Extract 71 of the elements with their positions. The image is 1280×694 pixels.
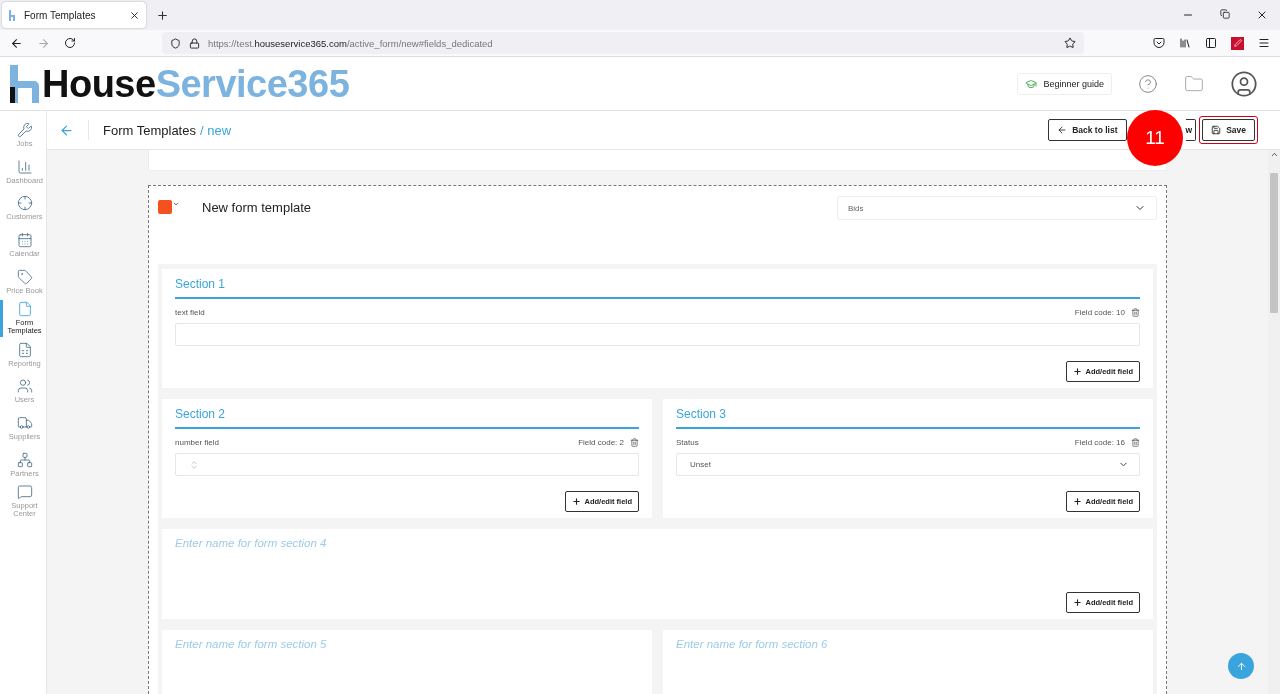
star-icon[interactable] xyxy=(1064,37,1076,49)
trash-icon[interactable] xyxy=(1131,438,1140,447)
select-field[interactable]: Unset xyxy=(676,453,1140,476)
section-title[interactable]: Section 1 xyxy=(175,277,1140,299)
pocket-icon[interactable] xyxy=(1153,37,1165,49)
crosshair-icon xyxy=(16,195,33,212)
logo-icon xyxy=(8,9,18,21)
close-icon[interactable] xyxy=(1256,9,1268,21)
trash-icon[interactable] xyxy=(630,438,639,447)
truck-icon xyxy=(16,414,33,431)
browser-tab[interactable]: Form Templates xyxy=(2,2,146,28)
field-code: Field code: 2 xyxy=(578,438,624,447)
spreadsheet-icon xyxy=(16,341,33,358)
plus-icon[interactable] xyxy=(156,8,169,22)
shield-icon xyxy=(170,37,181,49)
save-button[interactable]: Save xyxy=(1202,119,1255,141)
user-avatar-icon[interactable] xyxy=(1230,69,1258,98)
wrench-icon xyxy=(16,122,33,139)
network-icon xyxy=(16,451,33,468)
input-field[interactable] xyxy=(175,323,1140,346)
sidebar-icon[interactable] xyxy=(1205,37,1217,49)
section-title[interactable]: Section 3 xyxy=(676,407,1140,429)
help-chat-icon xyxy=(16,484,33,500)
back-to-list-button[interactable]: Back to list xyxy=(1048,119,1127,141)
logo-wordmark: HouseService365 xyxy=(42,64,350,103)
field-label: text field xyxy=(175,308,206,317)
scrollbar-thumb[interactable] xyxy=(1270,173,1278,313)
section-name-field[interactable]: Enter name for form section 5 xyxy=(175,638,639,650)
select-value: Unset xyxy=(690,460,711,469)
caret-icon[interactable] xyxy=(172,200,180,208)
pen-icon[interactable] xyxy=(1231,36,1244,50)
menu-icon[interactable] xyxy=(1258,37,1270,49)
beginner-guide-button[interactable]: Beginner guide xyxy=(1017,72,1112,95)
arrow-up-icon xyxy=(1235,660,1247,672)
trash-icon[interactable] xyxy=(1131,308,1140,317)
category-select[interactable]: Bids xyxy=(837,196,1157,220)
logo-icon xyxy=(8,64,40,103)
arrow-left-icon xyxy=(1057,125,1068,135)
section-name-field[interactable]: Enter name for form section 4 xyxy=(175,537,1140,549)
page-title: Form Templates xyxy=(103,122,196,138)
graduation-cap-icon xyxy=(1025,77,1038,90)
close-icon[interactable] xyxy=(129,9,140,21)
input-field[interactable] xyxy=(175,453,639,476)
section-name-field[interactable]: Enter name for form section 6 xyxy=(676,638,1140,650)
plus-icon xyxy=(1072,497,1082,506)
library-icon[interactable] xyxy=(1179,37,1191,49)
plus-icon xyxy=(1072,367,1082,376)
back-icon[interactable] xyxy=(10,36,23,50)
restore-icon[interactable] xyxy=(1220,9,1230,19)
calendar-icon xyxy=(16,231,33,248)
form-title[interactable]: New form template xyxy=(202,200,312,215)
toolbar-button[interactable]: w xyxy=(1185,119,1197,141)
plus-icon xyxy=(1072,598,1082,607)
users-icon xyxy=(16,378,33,395)
reload-icon[interactable] xyxy=(64,37,76,49)
bar-chart-icon xyxy=(16,158,33,175)
field-code: Field code: 16 xyxy=(1074,438,1125,447)
field-code: Field code: 10 xyxy=(1074,308,1125,317)
lock-icon xyxy=(189,37,200,49)
price-tag-icon xyxy=(16,268,33,285)
color-swatch[interactable] xyxy=(158,200,172,214)
field-label: Status xyxy=(676,438,700,447)
chevron-up-icon[interactable] xyxy=(1269,150,1279,159)
scroll-to-top-button[interactable] xyxy=(1228,653,1254,679)
scrollbar[interactable] xyxy=(1268,150,1280,694)
breadcrumb-current: / new xyxy=(199,122,232,138)
plus-icon xyxy=(571,497,581,506)
document-icon xyxy=(16,301,33,317)
section-title[interactable]: Section 2 xyxy=(175,407,639,429)
help-icon[interactable] xyxy=(1138,73,1158,94)
field-label: number field xyxy=(175,438,221,447)
